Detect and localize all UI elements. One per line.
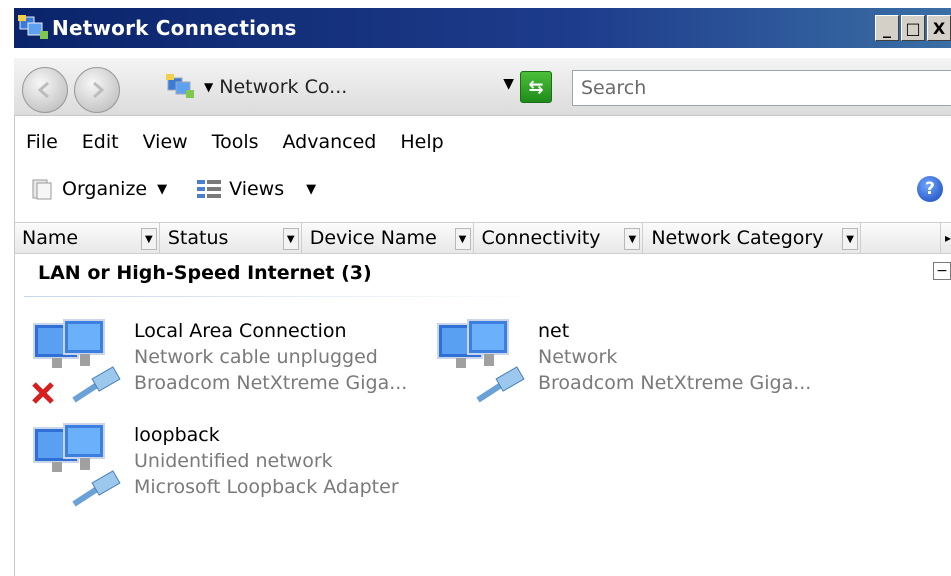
group-divider <box>24 296 550 297</box>
column-header-row: Name ▼ Status ▼ Device Name ▼ Connectivi… <box>14 222 951 254</box>
help-icon[interactable]: ? <box>917 176 943 202</box>
organize-button[interactable]: Organize ▼ <box>30 177 167 201</box>
forward-arrow-icon <box>93 81 105 99</box>
column-status-label: Status <box>167 227 229 249</box>
maximize-button[interactable]: □ <box>901 15 925 41</box>
organize-label: Organize <box>62 178 148 200</box>
search-input[interactable]: Search <box>572 70 951 106</box>
back-button[interactable] <box>22 67 68 113</box>
close-button[interactable]: X <box>927 15 951 41</box>
connection-item-loopback[interactable]: loopback Unidentified network Microsoft … <box>30 422 430 518</box>
refresh-button[interactable]: ⇆ <box>520 71 552 103</box>
column-status[interactable]: Status ▼ <box>160 223 302 253</box>
refresh-icon: ⇆ <box>528 76 544 98</box>
connection-item-local-area[interactable]: Local Area Connection Network cable unpl… <box>30 318 430 414</box>
connection-name: loopback <box>134 424 220 446</box>
collapse-group-icon[interactable]: − <box>933 262 951 280</box>
column-extra[interactable] <box>861 223 941 253</box>
group-title: LAN or High-Speed Internet (3) <box>38 262 372 284</box>
connection-details: loopback Unidentified network Microsoft … <box>134 422 399 500</box>
views-icon <box>197 180 222 198</box>
menu-advanced[interactable]: Advanced <box>283 131 377 153</box>
menu-edit[interactable]: Edit <box>82 131 119 153</box>
organize-icon <box>32 179 52 200</box>
window-left-border <box>14 116 15 576</box>
menu-view[interactable]: View <box>143 131 188 153</box>
connection-details: Local Area Connection Network cable unpl… <box>134 318 407 396</box>
connection-name: Local Area Connection <box>134 320 347 342</box>
menu-tools[interactable]: Tools <box>212 131 259 153</box>
organize-dropdown-icon: ▼ <box>157 181 168 197</box>
column-network-category-label: Network Category <box>651 227 824 249</box>
column-device-name-label: Device Name <box>309 227 437 249</box>
connection-device: Broadcom NetXtreme Giga... <box>134 372 408 394</box>
connection-device: Microsoft Loopback Adapter <box>134 476 399 498</box>
connection-status: Unidentified network <box>134 450 333 472</box>
column-device-name[interactable]: Device Name ▼ <box>302 223 474 253</box>
menu-bar: File Edit View Tools Advanced Help <box>14 124 456 160</box>
views-button[interactable]: Views ▼ <box>195 177 316 201</box>
connection-device: Broadcom NetXtreme Giga... <box>538 372 812 394</box>
column-name[interactable]: Name ▼ <box>14 223 160 253</box>
minimize-button[interactable]: _ <box>875 15 899 41</box>
column-connectivity-dropdown[interactable]: ▼ <box>624 228 641 250</box>
breadcrumb-arrow-icon: ▼ <box>204 80 214 94</box>
scroll-right-icon[interactable]: ▸ <box>945 231 951 245</box>
connection-item-net[interactable]: net Network Broadcom NetXtreme Giga... <box>434 318 834 414</box>
column-connectivity-label: Connectivity <box>481 227 601 249</box>
address-bar[interactable]: ▼ Network Co... ▼ <box>164 70 514 104</box>
window-controls: _ □ X <box>875 15 951 41</box>
views-dropdown-icon: ▼ <box>306 181 317 197</box>
connection-status: Network cable unplugged <box>134 346 378 368</box>
network-adapter-icon <box>30 422 126 512</box>
address-text: Network Co... <box>219 76 348 98</box>
column-network-category[interactable]: Network Category ▼ <box>643 223 862 253</box>
menu-file[interactable]: File <box>26 131 58 153</box>
column-name-label: Name <box>22 227 79 249</box>
address-dropdown-icon[interactable]: ▼ <box>503 76 514 92</box>
navigation-bar: ▼ Network Co... ▼ ⇆ Search <box>14 58 951 116</box>
menu-help[interactable]: Help <box>400 131 443 153</box>
window-title: Network Connections <box>52 16 297 40</box>
connection-details: net Network Broadcom NetXtreme Giga... <box>538 318 811 396</box>
toolbar: Organize ▼ Views ▼ ? <box>14 168 951 210</box>
network-connections-icon <box>16 13 50 43</box>
column-name-dropdown[interactable]: ▼ <box>140 228 157 250</box>
connection-name: net <box>538 320 570 342</box>
column-device-name-dropdown[interactable]: ▼ <box>454 228 471 250</box>
title-bar[interactable]: Network Connections _ □ X <box>14 8 951 48</box>
views-label: Views <box>229 178 285 200</box>
column-status-dropdown[interactable]: ▼ <box>282 228 299 250</box>
search-placeholder: Search <box>581 77 647 99</box>
column-connectivity[interactable]: Connectivity ▼ <box>474 223 644 253</box>
network-folder-icon <box>164 72 198 102</box>
network-adapter-icon <box>434 318 530 408</box>
connection-status: Network <box>538 346 618 368</box>
back-arrow-icon <box>37 81 49 99</box>
disconnected-x-icon <box>30 380 56 411</box>
column-network-category-dropdown[interactable]: ▼ <box>842 228 859 250</box>
forward-button[interactable] <box>74 67 120 113</box>
